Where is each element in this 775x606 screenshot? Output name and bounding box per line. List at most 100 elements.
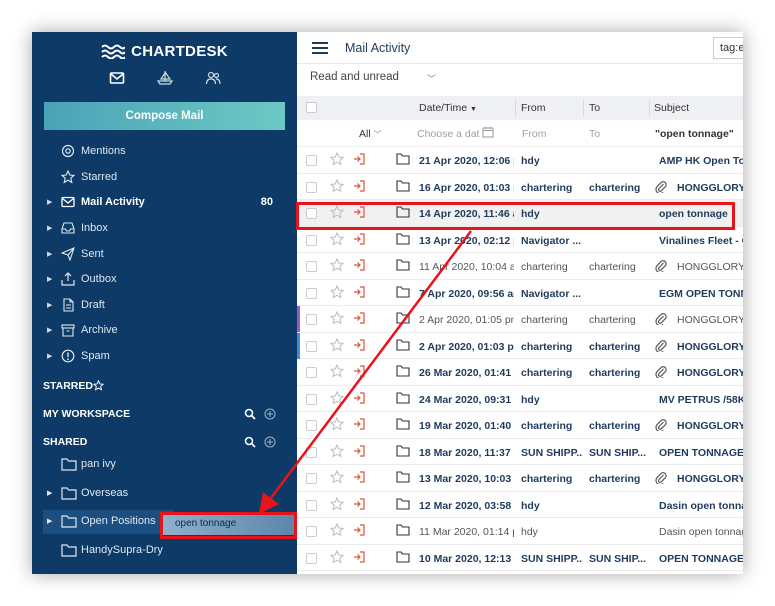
star-icon[interactable] — [329, 363, 345, 378]
menu-icon[interactable] — [312, 42, 328, 54]
expand-caret-icon[interactable]: ▶ — [47, 224, 52, 232]
expand-caret-icon[interactable]: ▶ — [47, 275, 52, 283]
table-row[interactable]: 21 Apr 2020, 12:06 pm hdy AMP HK Open Tonn… — [297, 147, 743, 174]
row-checkbox[interactable] — [306, 552, 317, 564]
sidebar-item-draft[interactable]: ▶ Draft — [32, 294, 297, 316]
folder-icon[interactable] — [396, 418, 410, 430]
column-date[interactable]: Date/Time ▼ — [419, 102, 477, 114]
folder-icon[interactable] — [396, 365, 410, 377]
row-checkbox[interactable] — [306, 287, 317, 299]
row-checkbox[interactable] — [306, 155, 317, 166]
star-icon[interactable] — [329, 231, 345, 246]
folder-icon[interactable] — [396, 497, 410, 510]
search-icon[interactable] — [244, 408, 256, 420]
table-row[interactable]: 2 Apr 2020, 01:03 pm chartering chartering… — [297, 332, 743, 359]
search-input[interactable]: tag:e — [713, 37, 743, 59]
row-checkbox[interactable] — [306, 473, 317, 484]
star-icon[interactable] — [329, 469, 345, 484]
sidebar-item-mentions[interactable]: Mentions — [32, 140, 297, 162]
sidebar-item-archive[interactable]: ▶ Archive — [32, 319, 297, 341]
sidebar-item-inbox[interactable]: ▶ Inbox — [32, 217, 297, 239]
select-all-checkbox[interactable] — [306, 102, 317, 113]
folder-icon[interactable] — [396, 179, 410, 192]
table-row[interactable]: 13 Mar 2020, 10:03 am chartering charterin… — [297, 465, 743, 492]
table-row[interactable]: 2 Apr 2020, 01:05 pm chartering chartering… — [297, 306, 743, 333]
folder-icon[interactable] — [396, 444, 410, 457]
subject-filter-input[interactable]: "open tonnage" — [655, 128, 734, 140]
folder-icon[interactable] — [396, 391, 410, 404]
expand-caret-icon[interactable]: ▶ — [47, 352, 52, 360]
users-icon[interactable] — [205, 70, 221, 86]
table-row[interactable]: 11 Apr 2020, 10:04 am chartering charterin… — [297, 253, 743, 280]
compose-mail-button[interactable]: Compose Mail — [44, 102, 285, 130]
folder-icon[interactable] — [396, 524, 410, 536]
sidebar-item-outbox[interactable]: ▶ Outbox — [32, 268, 297, 290]
row-checkbox[interactable] — [306, 393, 317, 405]
star-icon[interactable] — [329, 151, 345, 166]
column-subject[interactable]: Subject — [654, 102, 689, 114]
table-row[interactable]: 13 Apr 2020, 02:12 pm Navigator ... Vinali… — [297, 227, 743, 253]
sidebar-item-mail-activity[interactable]: ▶ Mail Activity 80 — [32, 191, 297, 213]
table-row[interactable]: 10 Mar 2020, 12:13 pm SUN SHIPP... SUN SHI… — [297, 545, 743, 571]
table-row[interactable]: 26 Mar 2020, 01:41 pm chartering charterin… — [297, 359, 743, 386]
folder-icon[interactable] — [396, 338, 410, 351]
star-icon[interactable] — [93, 380, 104, 391]
shared-folder-pan-ivy[interactable]: pan ivy — [32, 453, 297, 477]
chevron-down-icon[interactable]: ﹀ — [427, 72, 436, 85]
column-from[interactable]: From — [521, 102, 546, 114]
expand-caret-icon[interactable]: ▶ — [47, 517, 52, 525]
table-row[interactable]: 11 Mar 2020, 01:14 pm hdy Dasin open tonna… — [297, 518, 743, 545]
row-checkbox[interactable] — [306, 446, 317, 458]
star-icon[interactable] — [329, 337, 345, 352]
table-row[interactable]: 12 Mar 2020, 03:58 pm hdy Dasin open tonna… — [297, 492, 743, 518]
star-icon[interactable] — [329, 310, 345, 325]
star-icon[interactable] — [329, 522, 345, 537]
expand-caret-icon[interactable]: ▶ — [47, 326, 52, 334]
star-icon[interactable] — [329, 390, 345, 405]
date-filter-input[interactable]: Choose a dat — [417, 128, 479, 140]
star-icon[interactable] — [329, 443, 345, 458]
row-checkbox[interactable] — [306, 340, 317, 352]
star-icon[interactable] — [329, 416, 345, 431]
expand-caret-icon[interactable]: ▶ — [47, 198, 52, 206]
table-row[interactable]: 19 Mar 2020, 01:40 pm chartering charterin… — [297, 412, 743, 439]
shared-folder-overseas[interactable]: ▶ Overseas — [32, 482, 297, 506]
expand-caret-icon[interactable]: ▶ — [47, 250, 52, 258]
table-row[interactable]: 18 Mar 2020, 11:37 am SUN SHIPP... SUN SHI… — [297, 439, 743, 465]
folder-icon[interactable] — [396, 232, 410, 245]
sidebar-item-starred[interactable]: Starred — [32, 166, 297, 188]
folder-icon[interactable] — [396, 471, 410, 483]
expand-caret-icon[interactable]: ▶ — [47, 301, 52, 309]
row-checkbox[interactable] — [306, 499, 317, 511]
column-to[interactable]: To — [589, 102, 600, 114]
row-checkbox[interactable] — [306, 314, 317, 325]
star-icon[interactable] — [329, 496, 345, 511]
star-icon[interactable] — [329, 178, 345, 193]
mail-icon[interactable] — [109, 70, 125, 86]
shared-folder-open-positions[interactable]: ▶ Open Positions — [43, 510, 173, 534]
read-filter-select[interactable]: Read and unread — [310, 71, 399, 83]
ship-icon[interactable] — [156, 70, 173, 86]
folder-icon[interactable] — [396, 259, 410, 271]
app-logo[interactable]: CHARTDESK — [32, 40, 297, 62]
from-filter-input[interactable]: From — [522, 128, 547, 140]
row-checkbox[interactable] — [306, 526, 317, 537]
row-checkbox[interactable] — [306, 181, 317, 193]
folder-icon[interactable] — [396, 312, 410, 324]
star-icon[interactable] — [329, 257, 345, 272]
folder-icon[interactable] — [396, 285, 410, 298]
search-icon[interactable] — [244, 436, 256, 448]
row-checkbox[interactable] — [306, 367, 317, 378]
row-checkbox[interactable] — [306, 234, 317, 246]
folder-icon[interactable] — [396, 550, 410, 563]
folder-icon[interactable] — [396, 153, 410, 165]
table-row[interactable]: 7 Apr 2020, 09:56 am Navigator ... EGM OPE… — [297, 280, 743, 306]
add-circle-icon[interactable] — [264, 436, 276, 448]
expand-caret-icon[interactable]: ▶ — [47, 489, 52, 497]
row-checkbox[interactable] — [306, 420, 317, 431]
all-filter-select[interactable]: All ﹀ — [359, 128, 382, 140]
star-icon[interactable] — [329, 284, 345, 299]
sidebar-item-sent[interactable]: ▶ Sent — [32, 243, 297, 265]
to-filter-input[interactable]: To — [589, 128, 600, 140]
shared-folder-handysupra-dry[interactable]: HandySupra-Dry — [32, 539, 297, 563]
